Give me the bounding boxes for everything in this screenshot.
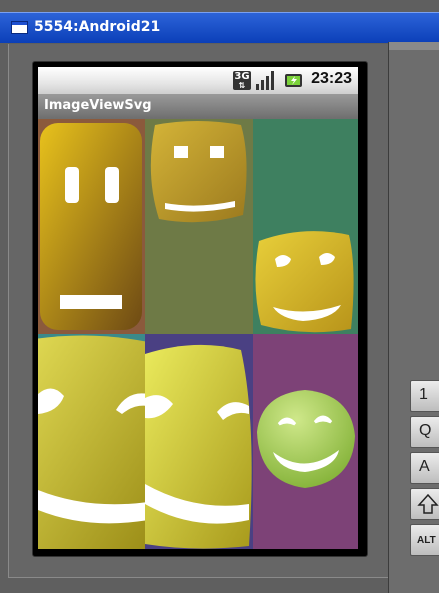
key-q-label: Q: [419, 422, 432, 439]
key-a-label: A: [419, 458, 430, 475]
device-screen[interactable]: 3G ⇅ 23:23 ImageViewSvg: [38, 67, 358, 549]
network-3g-icon: 3G ⇅: [233, 71, 251, 90]
image-cell-3[interactable]: [253, 119, 358, 334]
image-cell-4[interactable]: [38, 334, 145, 549]
battery-charging-icon: [284, 71, 304, 90]
image-cell-1[interactable]: [38, 119, 145, 334]
key-q[interactable]: Q: [410, 416, 439, 448]
smiley-face-large-cropped-right-icon: [145, 344, 252, 549]
image-grid: [38, 119, 358, 549]
smiley-face-small-top-icon: [150, 121, 247, 223]
image-cell-5[interactable]: [145, 334, 253, 549]
signal-strength-icon: [256, 71, 276, 90]
status-bar: 3G ⇅ 23:23: [38, 67, 358, 94]
key-a[interactable]: A: [410, 452, 439, 484]
app-title-bar: ImageViewSvg: [38, 94, 358, 120]
key-1[interactable]: 1: [410, 380, 439, 412]
smiley-face-small-bottom-icon: [255, 231, 354, 333]
key-shift[interactable]: [410, 488, 439, 520]
shift-arrow-icon: [417, 493, 439, 514]
key-alt-label: ALT: [417, 535, 436, 546]
smiley-face-tall-rectangle-icon: [40, 123, 142, 330]
status-time: 23:23: [311, 70, 352, 87]
image-cell-6[interactable]: [253, 334, 358, 549]
app-title: ImageViewSvg: [44, 98, 152, 113]
key-alt[interactable]: ALT: [410, 524, 439, 556]
smiley-face-round-green-icon: [257, 390, 355, 488]
window-title-bar[interactable]: 5554:Android21: [0, 12, 439, 43]
window-title: 5554:Android21: [34, 19, 161, 35]
image-cell-2[interactable]: [145, 119, 253, 334]
key-1-label: 1: [419, 386, 428, 403]
window-icon: [11, 21, 28, 34]
smiley-face-large-cropped-left-icon: [38, 335, 145, 549]
